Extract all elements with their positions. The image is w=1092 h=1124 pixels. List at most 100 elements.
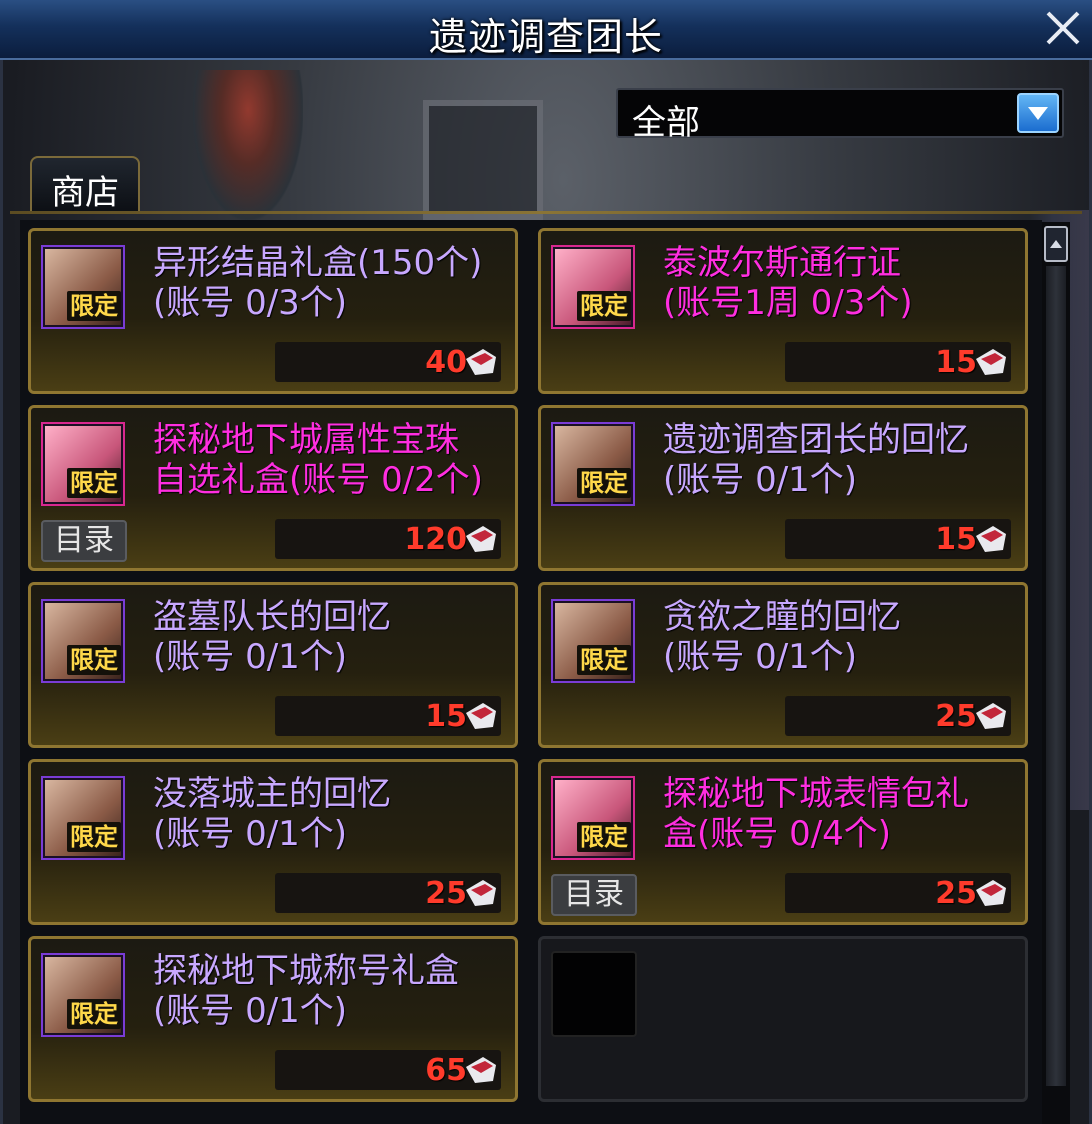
shop-item-card[interactable]: 限定 探秘地下城称号礼盒 (账号 0/1个) 65 <box>28 936 518 1102</box>
price-display: 15 <box>785 519 1011 559</box>
item-name-line2: (账号 0/1个) <box>153 814 348 854</box>
coin-icon <box>976 880 1006 906</box>
item-price: 15 <box>425 699 467 734</box>
item-icon[interactable]: 限定 <box>551 422 635 506</box>
tab-shop[interactable]: 商店 <box>30 156 140 213</box>
item-name: 探秘地下城称号礼盒 (账号 0/1个) <box>153 951 513 1031</box>
chevron-down-icon <box>1028 107 1048 120</box>
window-title: 遗迹调查团长 <box>428 15 663 59</box>
item-name: 盗墓队长的回忆 (账号 0/1个) <box>153 597 513 677</box>
shop-item-card[interactable]: 限定 探秘地下城属性宝珠 自选礼盒(账号 0/2个) 目录 120 <box>28 405 518 571</box>
item-name-line1: 泰波尔斯通行证 <box>663 243 901 283</box>
item-name: 探秘地下城属性宝珠 自选礼盒(账号 0/2个) <box>153 420 513 500</box>
item-name-line2: (账号 0/3个) <box>153 283 348 323</box>
item-name: 贪欲之瞳的回忆 (账号 0/1个) <box>663 597 1023 677</box>
item-price: 25 <box>935 699 977 734</box>
item-icon[interactable]: 限定 <box>551 599 635 683</box>
dropdown-selected-value: 全部 <box>632 103 700 143</box>
shop-item-card[interactable]: 限定 盗墓队长的回忆 (账号 0/1个) 15 <box>28 582 518 748</box>
item-name-line1: 盗墓队长的回忆 <box>153 597 391 637</box>
limited-badge: 限定 <box>67 822 121 852</box>
title-bar: 遗迹调查团长 <box>0 0 1092 60</box>
limited-badge: 限定 <box>67 645 121 675</box>
item-name-line1: 没落城主的回忆 <box>153 774 391 814</box>
coin-icon <box>976 703 1006 729</box>
price-display: 65 <box>275 1050 501 1090</box>
limited-badge: 限定 <box>577 645 631 675</box>
scroll-up-button[interactable] <box>1044 226 1068 262</box>
item-name: 遗迹调查团长的回忆 (账号 0/1个) <box>663 420 1023 500</box>
item-price: 25 <box>425 876 467 911</box>
shop-item-card[interactable]: 限定 贪欲之瞳的回忆 (账号 0/1个) 25 <box>538 582 1028 748</box>
item-name-line1: 探秘地下城表情包礼 <box>663 774 969 814</box>
shop-item-list: 限定 异形结晶礼盒(150个) (账号 0/3个) 40 限定 泰波尔斯通行证 (账号1周 … <box>20 220 1042 1124</box>
item-name-line2: (账号 0/1个) <box>663 637 858 677</box>
price-display: 15 <box>785 342 1011 382</box>
item-name-line1: 异形结晶礼盒(150个) <box>153 243 483 283</box>
npc-figure <box>193 70 303 220</box>
limited-badge: 限定 <box>577 822 631 852</box>
close-icon <box>1046 11 1080 45</box>
limited-badge: 限定 <box>577 291 631 321</box>
list-scrollbar[interactable] <box>1042 222 1070 1124</box>
item-name-line2: (账号 0/1个) <box>663 460 858 500</box>
item-name-line2: (账号 0/1个) <box>153 637 348 677</box>
price-display: 25 <box>785 696 1011 736</box>
item-icon[interactable]: 限定 <box>41 953 125 1037</box>
item-name-line2: 自选礼盒(账号 0/2个) <box>153 460 484 500</box>
limited-badge: 限定 <box>67 468 121 498</box>
shop-item-card[interactable]: 限定 没落城主的回忆 (账号 0/1个) 25 <box>28 759 518 925</box>
scene-window <box>423 100 543 220</box>
coin-icon <box>976 526 1006 552</box>
item-name: 泰波尔斯通行证 (账号1周 0/3个) <box>663 243 1023 323</box>
coin-icon <box>466 703 496 729</box>
empty-icon-slot <box>551 951 637 1037</box>
item-icon[interactable]: 限定 <box>41 599 125 683</box>
price-display: 25 <box>275 873 501 913</box>
limited-badge: 限定 <box>67 999 121 1029</box>
item-name-line1: 探秘地下城属性宝珠 <box>153 420 459 460</box>
item-icon[interactable]: 限定 <box>41 776 125 860</box>
item-price: 65 <box>425 1053 467 1088</box>
item-name-line1: 探秘地下城称号礼盒 <box>153 951 459 991</box>
item-icon[interactable]: 限定 <box>41 422 125 506</box>
coin-icon <box>466 1057 496 1083</box>
limited-badge: 限定 <box>67 291 121 321</box>
price-display: 15 <box>275 696 501 736</box>
item-price: 15 <box>935 345 977 380</box>
coin-icon <box>466 349 496 375</box>
shop-item-card[interactable]: 限定 异形结晶礼盒(150个) (账号 0/3个) 40 <box>28 228 518 394</box>
tab-shop-label: 商店 <box>51 173 119 213</box>
shop-item-card[interactable]: 限定 泰波尔斯通行证 (账号1周 0/3个) 15 <box>538 228 1028 394</box>
arrow-up-icon <box>1050 240 1062 248</box>
item-icon[interactable]: 限定 <box>551 245 635 329</box>
tab-divider <box>10 211 1082 214</box>
item-name-line2: (账号 0/1个) <box>153 991 348 1031</box>
close-button[interactable] <box>1040 5 1086 51</box>
item-name-line2: 盒(账号 0/4个) <box>663 814 892 854</box>
category-filter-dropdown[interactable]: 全部 <box>616 88 1064 143</box>
dropdown-toggle-button[interactable] <box>1017 93 1059 133</box>
item-name: 异形结晶礼盒(150个) (账号 0/3个) <box>153 243 513 323</box>
catalog-button[interactable]: 目录 <box>41 520 127 562</box>
item-name: 探秘地下城表情包礼 盒(账号 0/4个) <box>663 774 1023 854</box>
price-display: 40 <box>275 342 501 382</box>
item-price: 40 <box>425 345 467 380</box>
price-display: 120 <box>275 519 501 559</box>
shop-item-card[interactable]: 限定 探秘地下城表情包礼 盒(账号 0/4个) 目录 25 <box>538 759 1028 925</box>
price-display: 25 <box>785 873 1011 913</box>
empty-item-slot <box>538 936 1028 1102</box>
item-name-line2: (账号1周 0/3个) <box>663 283 913 323</box>
item-icon[interactable]: 限定 <box>551 776 635 860</box>
item-name: 没落城主的回忆 (账号 0/1个) <box>153 774 513 854</box>
coin-icon <box>466 526 496 552</box>
scroll-thumb[interactable] <box>1046 266 1066 1086</box>
item-name-line1: 遗迹调查团长的回忆 <box>663 420 969 460</box>
coin-icon <box>466 880 496 906</box>
item-name-line1: 贪欲之瞳的回忆 <box>663 597 901 637</box>
item-price: 120 <box>404 522 467 557</box>
shop-item-card[interactable]: 限定 遗迹调查团长的回忆 (账号 0/1个) 15 <box>538 405 1028 571</box>
catalog-button[interactable]: 目录 <box>551 874 637 916</box>
limited-badge: 限定 <box>577 468 631 498</box>
item-icon[interactable]: 限定 <box>41 245 125 329</box>
